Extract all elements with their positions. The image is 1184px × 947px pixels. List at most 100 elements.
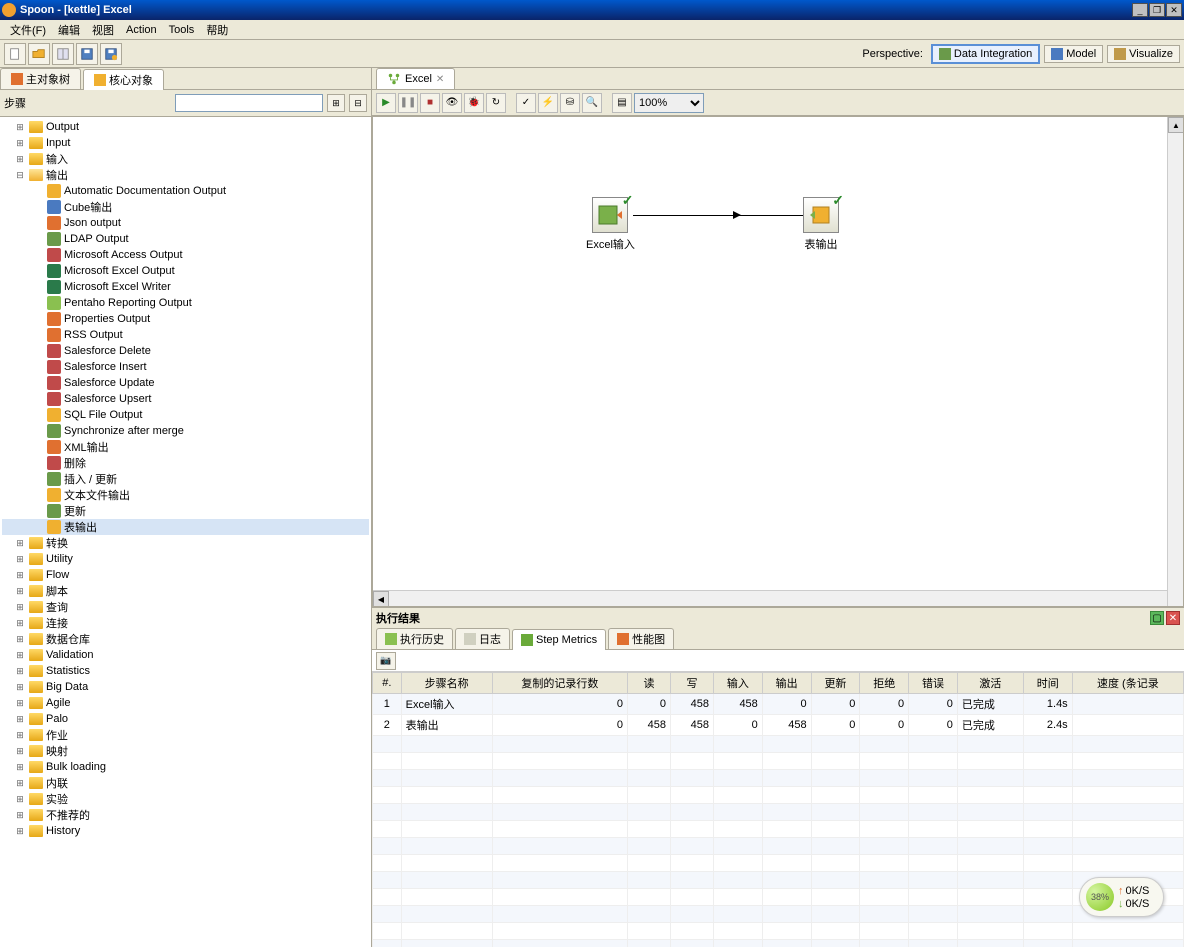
tree-folder[interactable]: ⊞内联 bbox=[2, 775, 369, 791]
sql-button[interactable]: ⛁ bbox=[560, 93, 580, 113]
stop-button[interactable]: ■ bbox=[420, 93, 440, 113]
tree-folder[interactable]: ⊞实验 bbox=[2, 791, 369, 807]
replay-button[interactable]: ↻ bbox=[486, 93, 506, 113]
col-header[interactable]: 时间 bbox=[1023, 673, 1072, 694]
save-button[interactable] bbox=[76, 43, 98, 65]
tree-folder[interactable]: ⊞Utility bbox=[2, 551, 369, 567]
expand-all-button[interactable]: ⊞ bbox=[327, 94, 345, 112]
tree-folder[interactable]: ⊞脚本 bbox=[2, 583, 369, 599]
tree-item[interactable]: 插入 / 更新 bbox=[2, 471, 369, 487]
debug-button[interactable]: 🐞 bbox=[464, 93, 484, 113]
tree-item[interactable]: Microsoft Excel Writer bbox=[2, 279, 369, 295]
tree-folder[interactable]: ⊞转换 bbox=[2, 535, 369, 551]
tree-folder[interactable]: ⊞Big Data bbox=[2, 679, 369, 695]
col-header[interactable]: 复制的记录行数 bbox=[492, 673, 627, 694]
tree-item[interactable]: Salesforce Update bbox=[2, 375, 369, 391]
close-tab-icon[interactable]: ✕ bbox=[436, 74, 444, 85]
pause-button[interactable]: ❚❚ bbox=[398, 93, 418, 113]
tree-item[interactable]: SQL File Output bbox=[2, 407, 369, 423]
tree-folder[interactable]: ⊞连接 bbox=[2, 615, 369, 631]
node-excel-input[interactable]: ✓ Excel输入 bbox=[586, 197, 635, 252]
table-row[interactable]: 2表输出04584580458000已完成2.4s bbox=[373, 715, 1184, 736]
col-header[interactable]: 写 bbox=[671, 673, 714, 694]
canvas-tab-excel[interactable]: Excel ✕ bbox=[376, 68, 455, 89]
tree-folder[interactable]: ⊞不推荐的 bbox=[2, 807, 369, 823]
tree-item[interactable]: Microsoft Excel Output bbox=[2, 263, 369, 279]
tree-folder[interactable]: ⊞Agile bbox=[2, 695, 369, 711]
tree-folder[interactable]: ⊞作业 bbox=[2, 727, 369, 743]
tree-item[interactable]: 文本文件输出 bbox=[2, 487, 369, 503]
menu-edit[interactable]: 编辑 bbox=[52, 20, 86, 40]
tab-log[interactable]: 日志 bbox=[455, 628, 510, 649]
maximize-results-button[interactable]: ▢ bbox=[1150, 611, 1164, 625]
show-results-button[interactable]: ▤ bbox=[612, 93, 632, 113]
steps-tree[interactable]: ⊞Output⊞Input⊞输入⊟输出Automatic Documentati… bbox=[0, 117, 371, 947]
scrollbar-vertical[interactable]: ▲ bbox=[1167, 117, 1183, 606]
col-header[interactable]: 激活 bbox=[957, 673, 1023, 694]
hop-arrow[interactable] bbox=[633, 215, 803, 216]
tree-folder[interactable]: ⊞Output bbox=[2, 119, 369, 135]
tree-item[interactable]: Automatic Documentation Output bbox=[2, 183, 369, 199]
menu-help[interactable]: 帮助 bbox=[200, 20, 234, 40]
tree-item[interactable]: 更新 bbox=[2, 503, 369, 519]
menu-action[interactable]: Action bbox=[120, 22, 163, 38]
col-header[interactable]: 拒绝 bbox=[860, 673, 909, 694]
explore-db-button[interactable]: 🔍 bbox=[582, 93, 602, 113]
menu-tools[interactable]: Tools bbox=[163, 22, 201, 38]
tree-item[interactable]: Properties Output bbox=[2, 311, 369, 327]
tree-folder[interactable]: ⊞History bbox=[2, 823, 369, 839]
scrollbar-horizontal[interactable]: ◀ bbox=[373, 590, 1167, 606]
tree-item[interactable]: Salesforce Insert bbox=[2, 359, 369, 375]
tree-item[interactable]: LDAP Output bbox=[2, 231, 369, 247]
snapshot-button[interactable]: 📷 bbox=[376, 652, 396, 670]
col-header[interactable]: 更新 bbox=[811, 673, 860, 694]
tree-folder[interactable]: ⊞映射 bbox=[2, 743, 369, 759]
tree-item[interactable]: Json output bbox=[2, 215, 369, 231]
tree-item[interactable]: RSS Output bbox=[2, 327, 369, 343]
tree-item[interactable]: Microsoft Access Output bbox=[2, 247, 369, 263]
tab-step-metrics[interactable]: Step Metrics bbox=[512, 629, 606, 650]
tree-folder[interactable]: ⊞Statistics bbox=[2, 663, 369, 679]
new-button[interactable] bbox=[4, 43, 26, 65]
perspective-data-integration[interactable]: Data Integration bbox=[931, 44, 1040, 64]
col-header[interactable]: 错误 bbox=[909, 673, 958, 694]
tab-history[interactable]: 执行历史 bbox=[376, 628, 453, 649]
menu-file[interactable]: 文件(F) bbox=[4, 20, 52, 40]
tree-folder[interactable]: ⊞Palo bbox=[2, 711, 369, 727]
perspective-visualize[interactable]: Visualize bbox=[1107, 45, 1180, 63]
tree-folder[interactable]: ⊟输出 bbox=[2, 167, 369, 183]
tree-folder[interactable]: ⊞Validation bbox=[2, 647, 369, 663]
close-button[interactable]: ✕ bbox=[1166, 3, 1182, 17]
tree-item[interactable]: Salesforce Delete bbox=[2, 343, 369, 359]
minimize-button[interactable]: _ bbox=[1132, 3, 1148, 17]
tree-folder[interactable]: ⊞输入 bbox=[2, 151, 369, 167]
preview-button[interactable]: 👁 bbox=[442, 93, 462, 113]
impact-button[interactable]: ⚡ bbox=[538, 93, 558, 113]
tree-folder[interactable]: ⊞Input bbox=[2, 135, 369, 151]
open-button[interactable] bbox=[28, 43, 50, 65]
col-header[interactable]: 速度 (条记录 bbox=[1072, 673, 1183, 694]
tree-item[interactable]: Pentaho Reporting Output bbox=[2, 295, 369, 311]
node-table-output[interactable]: ✓ 表输出 bbox=[803, 197, 839, 252]
tree-item[interactable]: Synchronize after merge bbox=[2, 423, 369, 439]
tree-folder[interactable]: ⊞Bulk loading bbox=[2, 759, 369, 775]
verify-button[interactable]: ✓ bbox=[516, 93, 536, 113]
tab-main-tree[interactable]: 主对象树 bbox=[0, 68, 81, 89]
tab-core-objects[interactable]: 核心对象 bbox=[83, 69, 164, 90]
perspective-model[interactable]: Model bbox=[1044, 45, 1103, 63]
tree-item[interactable]: Cube输出 bbox=[2, 199, 369, 215]
tab-perf-graph[interactable]: 性能图 bbox=[608, 628, 674, 649]
run-button[interactable]: ▶ bbox=[376, 93, 396, 113]
tree-folder[interactable]: ⊞Flow bbox=[2, 567, 369, 583]
col-header[interactable]: #. bbox=[373, 673, 402, 694]
canvas[interactable]: ✓ Excel输入 ✓ 表输出 ▲ ◀ bbox=[372, 116, 1184, 607]
table-row[interactable]: 1Excel输入004584580000已完成1.4s bbox=[373, 694, 1184, 715]
saveas-button[interactable] bbox=[100, 43, 122, 65]
close-results-button[interactable]: ✕ bbox=[1166, 611, 1180, 625]
tree-item[interactable]: 删除 bbox=[2, 455, 369, 471]
tree-item[interactable]: XML输出 bbox=[2, 439, 369, 455]
restore-button[interactable]: ❐ bbox=[1149, 3, 1165, 17]
explore-button[interactable] bbox=[52, 43, 74, 65]
filter-input[interactable] bbox=[175, 94, 323, 112]
col-header[interactable]: 输出 bbox=[762, 673, 811, 694]
